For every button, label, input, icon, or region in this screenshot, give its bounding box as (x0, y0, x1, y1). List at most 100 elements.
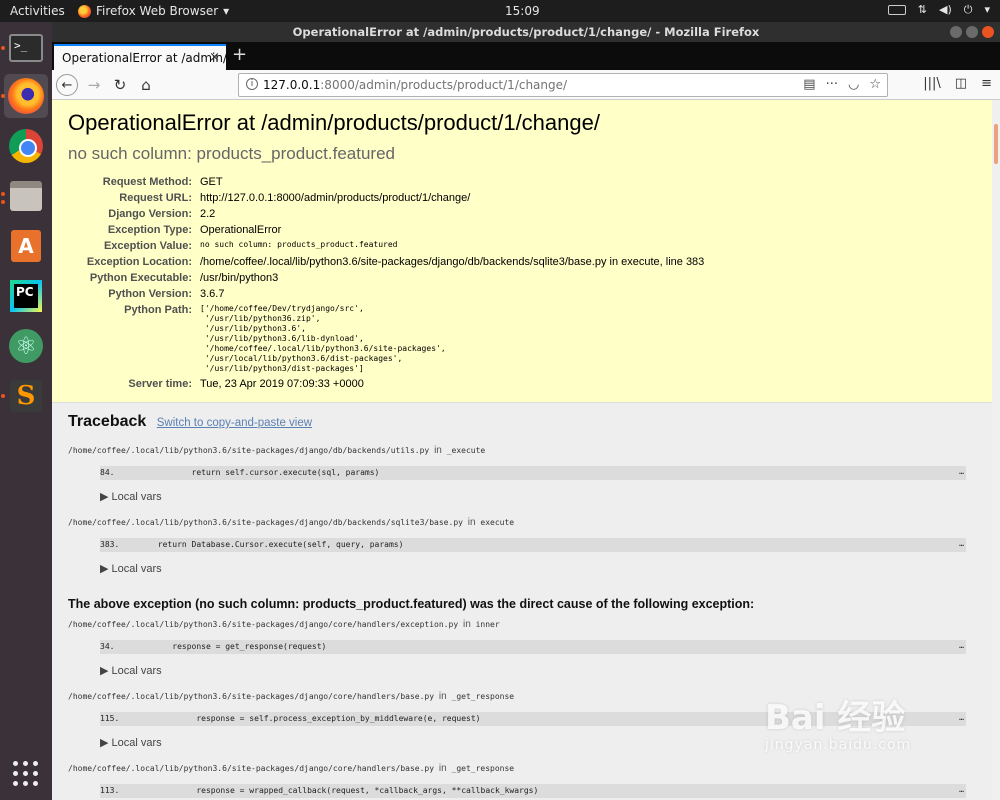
power-icon[interactable]: ⏻ (964, 3, 973, 17)
frame-file: /home/coffee/.local/lib/python3.6/site-p… (68, 619, 976, 630)
window-titlebar[interactable]: OperationalError at /admin/products/prod… (52, 22, 1000, 42)
dock-terminal[interactable]: >_ (4, 26, 48, 70)
meta-label: Django Version: (108, 208, 192, 220)
url-actions: ▤ ··· ◡ ☆ (803, 77, 881, 92)
keyboard-icon[interactable] (887, 5, 906, 15)
page-scrollbar[interactable] (992, 100, 1000, 800)
activities-button[interactable]: Activities (10, 4, 65, 18)
sidebar-icon[interactable]: ◫ (955, 76, 967, 91)
watermark-brand: Bai 经验 (765, 698, 906, 738)
close-button[interactable] (982, 26, 994, 38)
exception-cause-heading: The above exception (no such column: pro… (68, 597, 755, 611)
meta-value: 3.6.7 (200, 288, 225, 300)
local-vars-toggle[interactable]: ▶ Local vars (100, 562, 976, 575)
meta-label: Python Executable: (89, 272, 192, 284)
frame-function: _get_response (451, 764, 515, 773)
frame-path: /home/coffee/.local/lib/python3.6/site-p… (68, 518, 463, 527)
local-vars-toggle[interactable]: ▶ Local vars (100, 490, 976, 503)
expand-context-button[interactable]: … (959, 467, 964, 476)
browser-tab[interactable]: OperationalError at /admin/products/prod… (54, 44, 226, 70)
window-controls (950, 26, 994, 38)
watermark-logo: Bai 经验 jingyan.baidu.com (765, 690, 911, 753)
dock-sublime[interactable]: S (4, 374, 48, 418)
frame-function: inner (475, 620, 500, 629)
dock-pycharm[interactable]: PC (4, 274, 48, 318)
frame-in-word: in (438, 763, 447, 774)
chevron-down-icon: ▾ (223, 4, 230, 18)
switch-view-link[interactable]: Switch to copy-and-paste view (157, 417, 312, 429)
frame-function: _get_response (451, 692, 515, 701)
menu-icon[interactable]: ≡ (981, 76, 992, 91)
running-indicator (1, 200, 5, 204)
frame-function: _execute (446, 446, 486, 455)
line-number: 383. (100, 540, 120, 549)
code-text: return Database.Cursor.execute(self, que… (119, 540, 404, 549)
expand-context-button[interactable]: … (959, 641, 964, 650)
frame-code-line[interactable]: 383. return Database.Cursor.execute(self… (100, 538, 966, 552)
library-icon[interactable]: |||\ (923, 76, 941, 91)
dock-atom[interactable]: ⚛ (4, 324, 48, 368)
frame-in-word: in (467, 517, 476, 528)
dock-chrome[interactable] (4, 124, 48, 168)
frame-path: /home/coffee/.local/lib/python3.6/site-p… (68, 620, 459, 629)
network-icon[interactable]: ⇅ (918, 3, 927, 17)
forward-button[interactable]: → (84, 74, 104, 96)
meta-row: Exception Location: /home/coffee/.local/l… (74, 254, 704, 270)
atom-icon: ⚛ (9, 329, 43, 363)
page-actions-icon[interactable]: ··· (826, 77, 838, 92)
system-tray[interactable]: ⇅ ◀) ⏻ ▾ (887, 3, 990, 17)
reader-view-icon[interactable]: ▤ (803, 77, 815, 92)
app-menu[interactable]: Firefox Web Browser ▾ (78, 4, 229, 18)
reload-button[interactable]: ↻ (110, 74, 130, 96)
meta-label: Server time: (128, 378, 192, 390)
meta-row: Python Executable: /usr/bin/python3 (74, 270, 704, 286)
back-button[interactable]: ← (56, 74, 78, 96)
line-number: 34. (100, 642, 115, 651)
dock-show-apps[interactable] (4, 752, 48, 796)
local-vars-toggle[interactable]: ▶ Local vars (100, 664, 976, 677)
site-info-icon[interactable]: i (246, 78, 258, 90)
minimize-button[interactable] (950, 26, 962, 38)
chevron-down-icon[interactable]: ▾ (984, 3, 990, 17)
running-indicator (1, 394, 5, 398)
dock-firefox[interactable] (4, 74, 48, 118)
meta-label: Python Path: (124, 304, 192, 316)
close-tab-icon[interactable]: × (209, 50, 220, 65)
running-indicator (1, 192, 5, 196)
dock: >_ A PC ⚛ S (0, 22, 52, 800)
running-indicator (1, 94, 5, 98)
meta-label: Python Version: (108, 288, 192, 300)
meta-row: Server time: Tue, 23 Apr 2019 07:09:33 +0… (74, 376, 704, 392)
scrollbar-thumb[interactable] (994, 124, 998, 164)
maximize-button[interactable] (966, 26, 978, 38)
new-tab-button[interactable]: + (232, 44, 247, 65)
meta-row: Exception Value: no such column: products… (74, 238, 704, 254)
dock-files[interactable] (4, 174, 48, 218)
frame-code-line[interactable]: 84. return self.cursor.execute(sql, para… (100, 466, 966, 480)
expand-context-button[interactable]: … (959, 785, 964, 794)
frame-code-line[interactable]: 113. response = wrapped_callback(request… (100, 784, 966, 798)
watermark-url: jingyan.baidu.com (765, 737, 912, 753)
expand-context-button[interactable]: … (959, 539, 964, 548)
meta-value: GET (200, 176, 223, 188)
clock[interactable]: 15:09 (505, 4, 540, 18)
code-text: response = self.process_exception_by_mid… (119, 714, 481, 723)
frame-path: /home/coffee/.local/lib/python3.6/site-p… (68, 692, 435, 701)
volume-icon[interactable]: ◀) (939, 3, 952, 17)
meta-row: Request Method: GET (74, 174, 704, 190)
files-icon (10, 181, 42, 211)
bookmark-star-icon[interactable]: ☆ (869, 77, 881, 92)
app-menu-label: Firefox Web Browser (96, 4, 219, 18)
top-panel: Activities Firefox Web Browser ▾ 15:09 ⇅… (0, 0, 1000, 22)
home-button[interactable]: ⌂ (136, 74, 156, 96)
dock-software[interactable]: A (4, 224, 48, 268)
url-host: 127.0.0.1 (263, 78, 321, 92)
terminal-icon: >_ (9, 34, 43, 62)
expand-context-button[interactable]: … (959, 713, 964, 722)
meta-label: Exception Location: (86, 256, 192, 268)
url-bar[interactable]: i 127.0.0.1:8000/admin/products/product/… (238, 73, 888, 97)
frame-code-line[interactable]: 34. response = get_response(request)… (100, 640, 966, 654)
meta-value: Tue, 23 Apr 2019 07:09:33 +0000 (200, 378, 364, 390)
meta-value: /home/coffee/.local/lib/python3.6/site-p… (200, 256, 705, 268)
pocket-icon[interactable]: ◡ (848, 77, 859, 92)
